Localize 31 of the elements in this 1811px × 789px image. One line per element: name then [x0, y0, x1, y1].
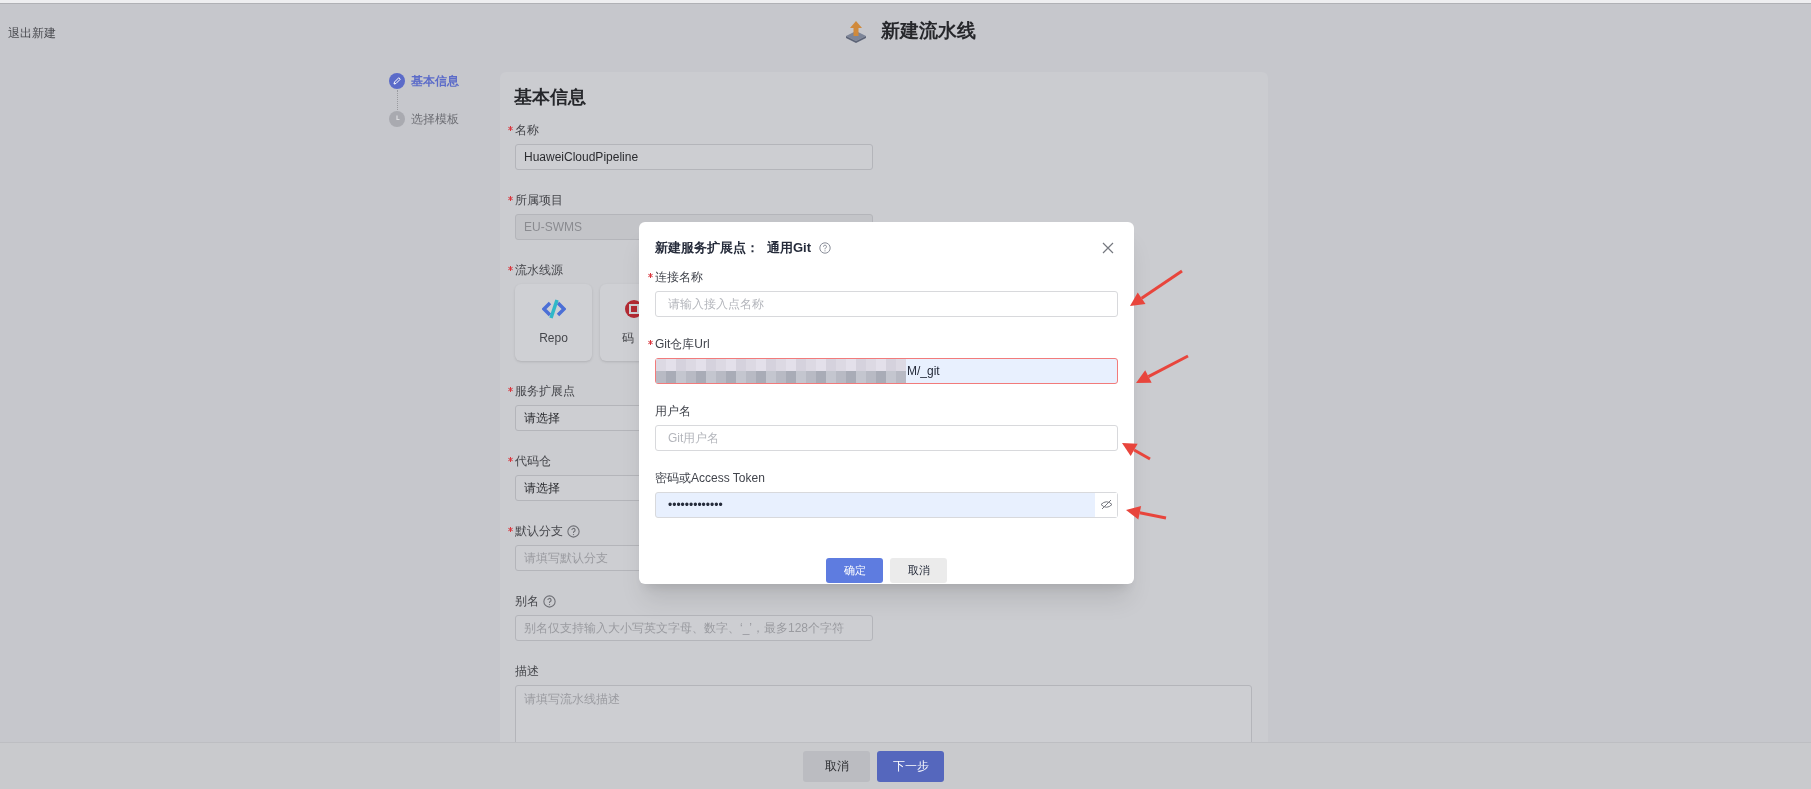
eye-off-icon[interactable] — [1099, 499, 1113, 510]
field-label: 流水线源 — [515, 262, 563, 279]
field-label: 名称 — [515, 122, 539, 139]
dialog-title: 新建服务扩展点： — [655, 239, 759, 257]
password-field[interactable]: ••••••••••••• — [655, 491, 1118, 518]
input-field[interactable]: Git用户名 — [655, 424, 1118, 451]
next-button[interactable]: 下一步 — [877, 750, 944, 782]
field-label: 默认分支 — [515, 523, 563, 540]
form-title: 基本信息 — [514, 86, 587, 109]
source-card[interactable]: Repo — [515, 284, 592, 361]
page-title: 新建流水线 — [881, 19, 976, 44]
field-label: 用户名 — [655, 402, 691, 420]
field-label: 服务扩展点 — [515, 383, 575, 400]
field-label: 所属项目 — [515, 192, 563, 209]
help-icon[interactable] — [567, 524, 580, 538]
help-icon[interactable] — [819, 241, 832, 254]
field-label: 描述 — [515, 663, 539, 680]
cancel-button[interactable]: 取消 — [803, 750, 870, 782]
input-field[interactable]: 请输入接入点名称 — [655, 290, 1118, 317]
exit-link[interactable]: 退出新建 — [8, 24, 56, 42]
cancel-button[interactable]: 取消 — [890, 557, 947, 583]
dialog-subtitle: 通用Git — [767, 239, 812, 257]
field-label: 连接名称 — [655, 268, 703, 286]
code-icon — [541, 298, 566, 319]
help-icon[interactable] — [543, 594, 556, 608]
field-label: 代码仓 — [515, 453, 551, 470]
close-icon[interactable] — [1102, 241, 1114, 254]
input-field[interactable]: HuaweiCloudPipeline — [515, 144, 873, 170]
confirm-button[interactable]: 确定 — [826, 557, 883, 583]
field-label: 密码或Access Token — [655, 469, 765, 487]
field-label: 别名 — [515, 593, 539, 610]
